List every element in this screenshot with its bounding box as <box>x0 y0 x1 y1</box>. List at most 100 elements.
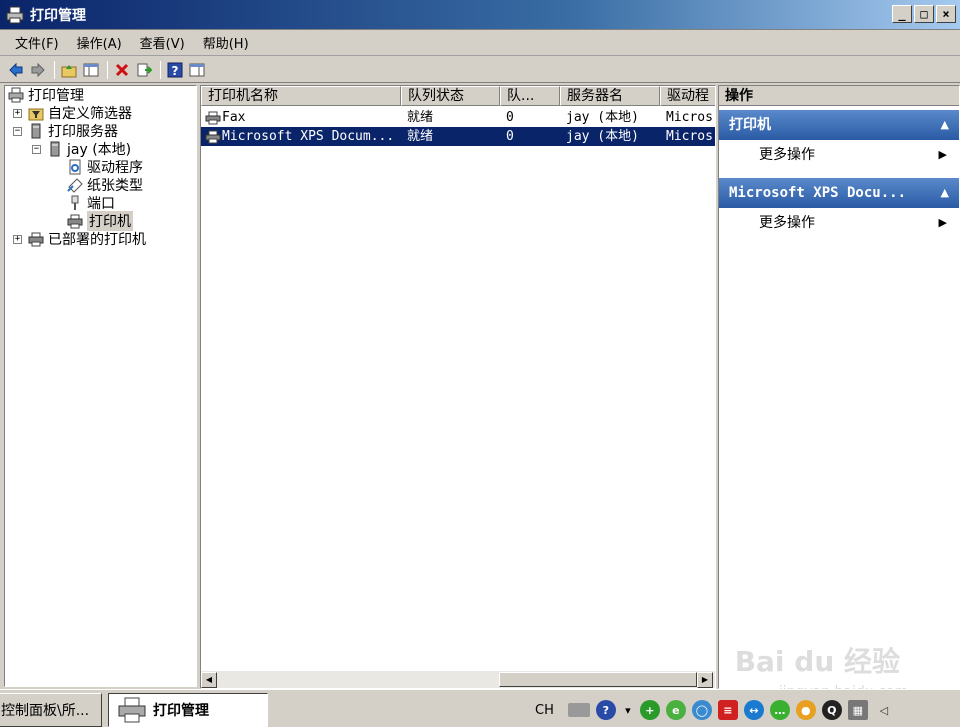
menu-view[interactable]: 查看(V) <box>131 33 194 52</box>
expand-icon[interactable]: + <box>13 234 22 244</box>
help-icon[interactable]: ? <box>595 700 616 720</box>
tree-item-ports[interactable]: 端口 <box>67 194 115 212</box>
close-button[interactable]: × <box>936 5 956 23</box>
job-count: 0 <box>506 129 514 144</box>
column-queue-status[interactable]: 队列状态 <box>401 86 500 106</box>
filter-folder-icon <box>28 108 44 121</box>
teamviewer-icon[interactable]: ↔ <box>743 700 764 720</box>
console-tree: 打印管理 + 自定义筛选器 − 打印服务器 − jay (本地) 驱动程序 纸张… <box>4 85 197 687</box>
up-level-button[interactable] <box>59 60 79 80</box>
back-arrow-icon <box>9 62 23 77</box>
qq-icon[interactable]: Q <box>821 700 842 720</box>
wechat-icon[interactable]: … <box>769 700 790 720</box>
collapse-up-icon[interactable]: ▲ <box>941 110 949 140</box>
actions-section-xps[interactable]: Microsoft XPS Docu... ▲ <box>719 178 959 208</box>
table-row[interactable]: Microsoft XPS Docum... 就绪 0 jay (本地) Mic… <box>201 127 715 146</box>
show-hide-tree-button[interactable] <box>81 60 101 80</box>
queue-status: 就绪 <box>407 110 434 125</box>
tree-label: 端口 <box>87 196 115 212</box>
restore-icon[interactable]: ▾ <box>622 700 634 720</box>
column-server-name[interactable]: 服务器名 <box>560 86 660 106</box>
driver-icon <box>69 159 81 175</box>
actions-section-printers[interactable]: 打印机 ▲ <box>719 110 959 140</box>
menu-action[interactable]: 操作(A) <box>68 33 131 52</box>
table-row[interactable]: Fax 就绪 0 jay (本地) Micros <box>201 108 715 127</box>
title-bar: 打印管理 _ □ × <box>0 0 960 30</box>
app-red-icon[interactable]: ≡ <box>717 700 738 720</box>
colorful-app-icon[interactable]: ● <box>795 700 816 720</box>
horizontal-scrollbar[interactable]: ◀ ▶ <box>201 671 715 688</box>
section-title: 打印机 <box>729 117 771 133</box>
keyboard-icon[interactable] <box>567 703 590 717</box>
export-list-button[interactable] <box>134 60 154 80</box>
collapse-icon[interactable]: − <box>13 126 22 136</box>
expand-icon[interactable]: + <box>13 108 22 118</box>
tree-item-forms[interactable]: 纸张类型 <box>67 176 143 194</box>
action-pane-icon <box>189 63 205 76</box>
scroll-left-button[interactable]: ◀ <box>201 671 217 688</box>
cloud-icon[interactable]: ◯ <box>691 700 712 720</box>
collapse-up-icon[interactable]: ▲ <box>941 178 949 208</box>
tree-item-root[interactable]: 打印管理 <box>8 86 84 104</box>
actions-pane: 操作 打印机 ▲ 更多操作 ▶ Microsoft XPS Docu... ▲ … <box>718 85 960 689</box>
help-button[interactable]: ? <box>165 60 185 80</box>
printer-list: 打印机名称 队列状态 队... 服务器名 驱动程 Fax 就绪 0 jay (本… <box>200 85 716 689</box>
menu-help[interactable]: 帮助(H) <box>194 33 258 52</box>
window-title: 打印管理 <box>30 7 86 24</box>
printer-management-icon <box>8 87 24 103</box>
printer-management-icon <box>6 6 24 23</box>
system-tray: CH ? ▾ + e ◯ ≡ ↔ … ● Q ▦ ◁ <box>535 693 900 727</box>
help-icon: ? <box>167 62 183 78</box>
toolbar-separator <box>160 60 161 79</box>
action-label: 更多操作 <box>759 215 815 231</box>
delete-button[interactable] <box>112 60 132 80</box>
back-button[interactable] <box>6 60 26 80</box>
tree-item-custom-filters[interactable]: + 自定义筛选器 <box>13 104 132 122</box>
submenu-arrow-icon: ▶ <box>938 148 947 161</box>
tree-label: 打印管理 <box>28 88 84 104</box>
maximize-button[interactable]: □ <box>914 5 934 23</box>
taskbar: 控制面板\所... 打印管理 CH ? ▾ + e ◯ ≡ ↔ … ● Q ▦ … <box>0 689 960 727</box>
menu-bar: 文件(F) 操作(A) 查看(V) 帮助(H) <box>0 30 960 56</box>
browser-icon[interactable]: e <box>665 700 686 720</box>
console-tree-icon <box>83 63 99 76</box>
server-icon <box>50 141 60 157</box>
collapse-icon[interactable]: − <box>32 144 41 154</box>
taskbar-item-print-management[interactable]: 打印管理 <box>108 693 268 727</box>
server-name: jay (本地) <box>566 110 639 125</box>
server-name: jay (本地) <box>566 129 639 144</box>
scroll-thumb[interactable] <box>499 672 697 687</box>
driver-name: Micros <box>666 129 713 144</box>
baidu-watermark: Bai du 经验 <box>734 645 900 678</box>
tree-label: jay (本地) <box>67 142 132 158</box>
tree-label: 自定义筛选器 <box>48 106 132 122</box>
tree-item-printers[interactable]: 打印机 <box>67 211 133 231</box>
minimize-button[interactable]: _ <box>892 5 912 23</box>
column-jobs[interactable]: 队... <box>500 86 560 106</box>
menu-file[interactable]: 文件(F) <box>6 33 68 52</box>
queue-status: 就绪 <box>407 129 434 144</box>
toolbar: ? <box>0 57 960 83</box>
forward-button[interactable] <box>28 60 48 80</box>
more-actions-item[interactable]: 更多操作 ▶ <box>719 208 959 238</box>
tree-item-drivers[interactable]: 驱动程序 <box>67 158 143 176</box>
language-indicator[interactable]: CH <box>535 703 554 718</box>
export-list-icon <box>137 63 152 76</box>
tree-label: 纸张类型 <box>87 178 143 194</box>
tree-item-deployed-printers[interactable]: + 已部署的打印机 <box>13 230 146 248</box>
tree-item-server-jay[interactable]: − jay (本地) <box>32 140 131 158</box>
column-printer-name[interactable]: 打印机名称 <box>201 86 401 106</box>
scroll-right-button[interactable]: ▶ <box>697 671 713 688</box>
port-icon <box>71 195 79 210</box>
delete-x-icon <box>115 63 129 76</box>
column-driver[interactable]: 驱动程 <box>660 86 715 106</box>
tree-label: 驱动程序 <box>87 160 143 176</box>
volume-icon[interactable]: ◁ <box>874 700 894 720</box>
network-icon[interactable]: ▦ <box>847 700 868 720</box>
printer-icon <box>118 697 146 723</box>
taskbar-item-control-panel[interactable]: 控制面板\所... <box>0 693 102 727</box>
more-actions-item[interactable]: 更多操作 ▶ <box>719 140 959 170</box>
show-hide-action-pane-button[interactable] <box>187 60 207 80</box>
tree-item-print-servers[interactable]: − 打印服务器 <box>13 122 118 140</box>
security-icon[interactable]: + <box>639 700 660 720</box>
